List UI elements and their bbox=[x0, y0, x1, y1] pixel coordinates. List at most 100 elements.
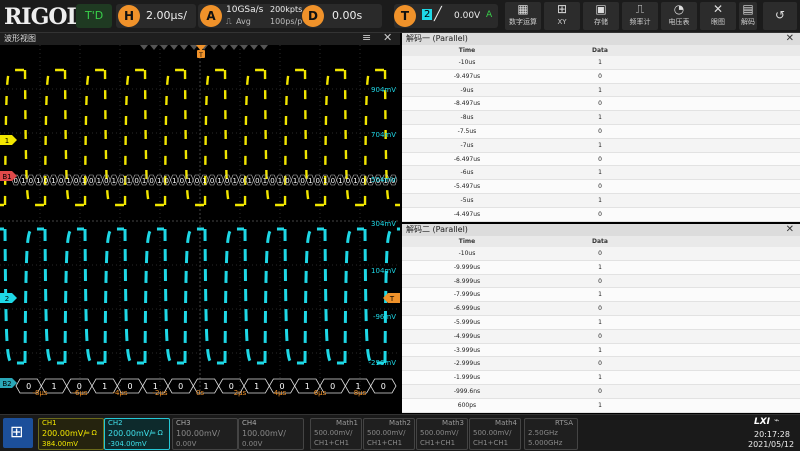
b2-bit-label: 1 bbox=[203, 382, 208, 391]
time-cell: -9.999us bbox=[453, 263, 481, 271]
horizontal-badge: H bbox=[118, 5, 140, 27]
table-row[interactable]: -7.999us 1 bbox=[402, 288, 800, 303]
ruler-tick bbox=[260, 45, 268, 50]
data-cell: 0 bbox=[598, 72, 602, 80]
math1-panel[interactable]: Math1 500.00mV/ CH1+CH1 bbox=[310, 418, 362, 450]
rtsa-panel[interactable]: RTSA 2.50GHz 5.000GHz bbox=[524, 418, 578, 450]
time-cell: -7.5us bbox=[457, 127, 477, 135]
table-row[interactable]: -8us 1 bbox=[402, 111, 800, 125]
time-cell: -8us bbox=[460, 114, 474, 122]
time-cell: -8.999us bbox=[453, 277, 481, 285]
b1-bit-label: 0 bbox=[346, 177, 350, 185]
b1-bit-label: 1 bbox=[202, 177, 206, 185]
horizontal-control[interactable]: H 2.00µs/ bbox=[116, 4, 196, 28]
data-cell: 1 bbox=[598, 401, 602, 409]
volt-scale-label: 704mV bbox=[371, 131, 396, 139]
run-state-label: T'D bbox=[85, 9, 104, 22]
b1-bit-label: 0 bbox=[361, 177, 365, 185]
close-icon[interactable]: ✕ bbox=[383, 31, 392, 44]
xy-tool-button[interactable]: ⊞ XY bbox=[544, 2, 580, 30]
lxi-logo: LXI bbox=[754, 417, 771, 427]
math2-panel[interactable]: Math2 500.00mV/ CH1+CH1 bbox=[363, 418, 415, 450]
run-stop-button[interactable]: T'D bbox=[76, 4, 112, 28]
decode-table-2-title: 解码二 (Parallel) ✕ bbox=[402, 224, 800, 236]
table-row[interactable]: -4.497us 0 bbox=[402, 207, 800, 222]
table-row[interactable]: -7us 1 bbox=[402, 139, 800, 153]
b1-bit-label: 1 bbox=[142, 177, 146, 185]
data-cell: 0 bbox=[598, 277, 602, 285]
table-row[interactable]: -8.999us 0 bbox=[402, 275, 800, 289]
math-tool-button[interactable]: ▦ 数字运算 bbox=[505, 2, 541, 30]
trigger-level-marker-label: T bbox=[389, 295, 395, 303]
ch3-panel[interactable]: CH3 100.00mV/ 0.00V bbox=[172, 418, 238, 450]
trigger-edge-icon: ╱ bbox=[434, 7, 442, 22]
b1-marker-label: B1 bbox=[2, 173, 11, 181]
ruler-tick bbox=[220, 45, 228, 50]
table-row[interactable]: -6us 1 bbox=[402, 166, 800, 181]
math4-panel[interactable]: Math4 500.00mV/ CH1+CH1 bbox=[469, 418, 521, 450]
data-cell: 1 bbox=[598, 169, 602, 177]
time-scale-label: 2µs bbox=[234, 389, 247, 397]
voltmeter-tool-button[interactable]: ◔ 电压表 bbox=[661, 2, 697, 30]
acquire-control[interactable]: A 10GSa/s ⎍ Avg 200kpts 100ps/pt bbox=[198, 4, 310, 28]
math3-panel[interactable]: Math3 500.00mV/ CH1+CH1 bbox=[416, 418, 468, 450]
table-row[interactable]: -8.497us 0 bbox=[402, 97, 800, 112]
b1-bit-label: 0 bbox=[210, 177, 214, 185]
trigger-level: 0.00V bbox=[454, 11, 481, 21]
home-grid-icon: ⊞ bbox=[10, 422, 24, 441]
table-row[interactable]: -5us 1 bbox=[402, 194, 800, 208]
data-cell: 1 bbox=[598, 346, 602, 354]
time-cell: -6.999us bbox=[453, 305, 481, 313]
table-row[interactable]: -4.999us 0 bbox=[402, 330, 800, 344]
delay-control[interactable]: D 0.00s bbox=[302, 4, 382, 28]
table-row[interactable]: -9.999us 1 bbox=[402, 260, 800, 275]
table-row[interactable]: 600ps 1 bbox=[402, 398, 800, 413]
b1-bit-label: 0 bbox=[180, 177, 184, 185]
volt-scale-label: -296mV bbox=[369, 359, 397, 367]
table-row[interactable]: -999.6ns 0 bbox=[402, 385, 800, 399]
decode-table-2: 解码二 (Parallel) ✕ Time Data -10us 0 -9.999u… bbox=[402, 224, 800, 427]
home-button[interactable]: ⊞ bbox=[3, 418, 33, 448]
menu-icon[interactable]: ≡ bbox=[362, 31, 371, 44]
volt-scale-label: 304mV bbox=[371, 220, 396, 228]
b1-bit-label: 0 bbox=[74, 177, 78, 185]
table-row[interactable]: -10us 1 bbox=[402, 56, 800, 70]
volt-scale-label: 104mV bbox=[371, 267, 396, 275]
time-cell: -10us bbox=[458, 59, 476, 66]
table-row[interactable]: -6.497us 0 bbox=[402, 152, 800, 167]
volt-scale-label: -96mV bbox=[373, 313, 396, 321]
b2-bit-label: 0 bbox=[26, 382, 31, 391]
ruler-tick bbox=[160, 45, 168, 50]
eye-tool-button[interactable]: ✕ 眼图 bbox=[700, 2, 736, 30]
time-scale-label: -6µs bbox=[72, 389, 87, 397]
ruler-tick bbox=[140, 45, 148, 50]
b1-bit-label: 0 bbox=[119, 177, 123, 185]
time-scale-label: 6µs bbox=[314, 389, 327, 397]
wave-panel-title: 波形视图 bbox=[4, 34, 36, 43]
decode-tool-button[interactable]: ▤ 解码 bbox=[739, 2, 757, 30]
table-row[interactable]: -6.999us 0 bbox=[402, 302, 800, 316]
table-row[interactable]: -9.497us 0 bbox=[402, 69, 800, 84]
ch4-panel[interactable]: CH4 100.00mV/ 0.00V bbox=[238, 418, 304, 450]
table-row[interactable]: -7.5us 0 bbox=[402, 124, 800, 139]
counter-tool-button[interactable]: ⎍ 频率计 bbox=[622, 2, 658, 30]
b1-bit-label: 0 bbox=[104, 177, 108, 185]
close-icon[interactable]: ✕ bbox=[786, 224, 794, 236]
ch2-panel[interactable]: CH2 200.00mV/ ═ Ω -304.00mV bbox=[104, 418, 170, 450]
table-row[interactable]: -2.999us 0 bbox=[402, 357, 800, 372]
ch1-panel[interactable]: CH1 200.00mV/ ═ Ω 384.00mV bbox=[38, 418, 104, 450]
b2-bit-label: 0 bbox=[330, 382, 335, 391]
table-row[interactable]: -5.999us 1 bbox=[402, 315, 800, 330]
data-cell: 0 bbox=[598, 127, 602, 135]
table-row[interactable]: -10us 0 bbox=[402, 247, 800, 261]
table-row[interactable]: -3.999us 1 bbox=[402, 343, 800, 358]
close-icon[interactable]: ✕ bbox=[786, 33, 794, 45]
save-tool-button[interactable]: ▣ 存储 bbox=[583, 2, 619, 30]
table-row[interactable]: -1.999us 1 bbox=[402, 371, 800, 385]
back-button[interactable]: ↺ bbox=[763, 2, 797, 30]
table-row[interactable]: -5.497us 0 bbox=[402, 180, 800, 194]
table-row[interactable]: -9us 1 bbox=[402, 84, 800, 98]
waveform-view[interactable]: 0101010101010101010101010101010101010101… bbox=[0, 45, 400, 397]
trigger-control[interactable]: T 2 ╱ 0.00V A bbox=[394, 4, 498, 28]
b1-bit-label: 0 bbox=[44, 177, 48, 185]
